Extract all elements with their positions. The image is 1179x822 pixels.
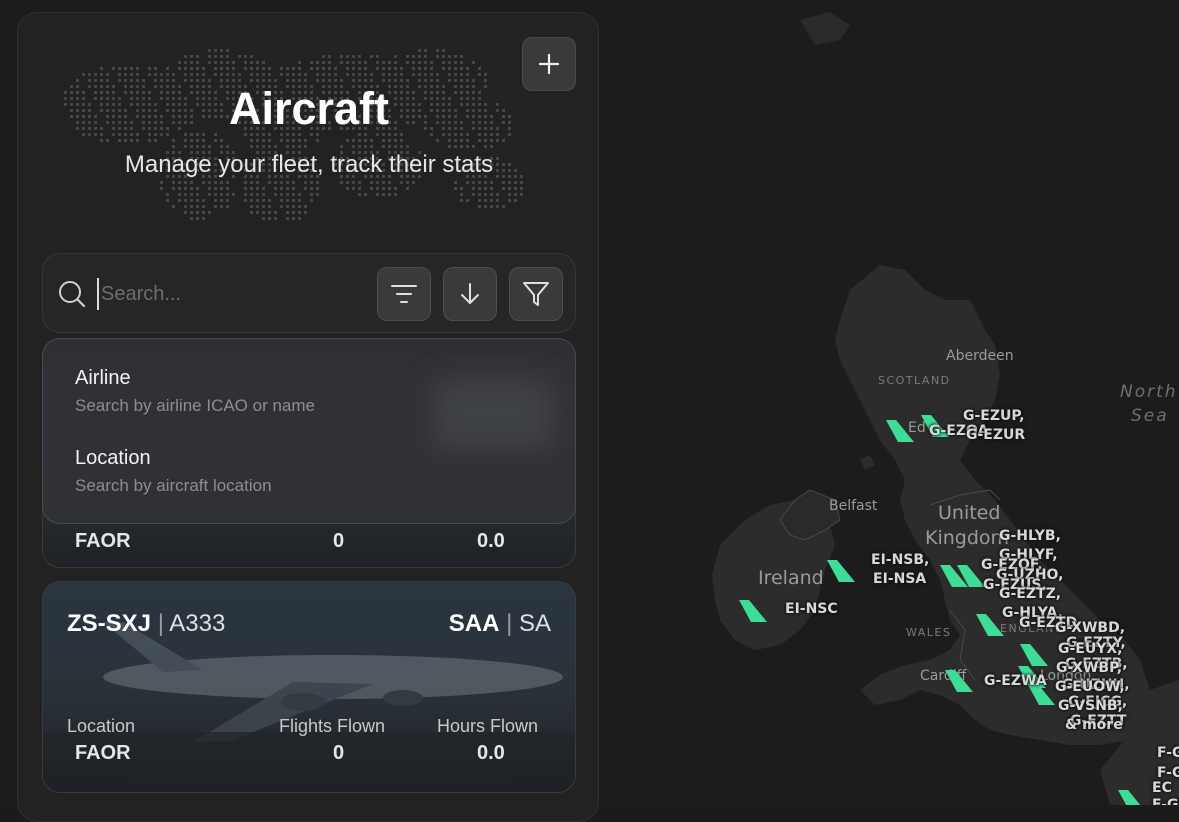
arrow-down-icon <box>461 283 479 304</box>
dropdown-item-description: Search by airline ICAO or name <box>75 396 315 415</box>
aircraft-label[interactable]: F-G <box>1152 796 1178 805</box>
city-label-aberdeen: Aberdeen <box>946 348 1014 364</box>
aircraft-marker[interactable] <box>1020 644 1048 668</box>
aircraft-marker[interactable] <box>976 614 1004 638</box>
world-dot-map-decoration <box>64 49 523 220</box>
aircraft-label[interactable]: EI-NSA <box>873 570 926 589</box>
aircraft-panel: Aircraft Manage your fleet, track their … <box>17 12 599 822</box>
card-flights-value: 0 <box>333 530 345 552</box>
search-input[interactable] <box>97 278 367 310</box>
city-label-belfast: Belfast <box>829 498 878 514</box>
sort-options-button[interactable] <box>377 267 431 321</box>
filter-button[interactable] <box>509 267 563 321</box>
aircraft-label[interactable]: EI-NSC <box>785 600 838 619</box>
card-airline-iata: SA <box>518 610 551 637</box>
card-hours-label: Hours Flown <box>437 716 539 736</box>
country-label-kingdom: Kingdom <box>925 527 1010 549</box>
card-flights-label: Flights Flown <box>279 716 386 736</box>
card-location-value: FAOR <box>75 530 131 552</box>
card-aircraft-type: A333 <box>169 610 226 637</box>
dropdown-item-title: Location <box>75 447 151 469</box>
aircraft-label-more[interactable]: & more <box>1065 716 1123 735</box>
search-bar <box>42 253 576 333</box>
page-title: Aircraft <box>228 83 390 134</box>
card-hours-value: 0.0 <box>477 742 505 764</box>
sort-direction-button[interactable] <box>443 267 497 321</box>
search-dropdown: Airline Search by airline ICAO or name L… <box>42 338 576 524</box>
search-icon <box>59 281 86 308</box>
aircraft-marker[interactable] <box>1118 790 1146 805</box>
aircraft-marker[interactable] <box>739 600 767 624</box>
dropdown-backdrop-blur <box>433 379 553 449</box>
card-airline: SAA | SA <box>448 610 551 637</box>
aircraft-marker[interactable] <box>827 560 855 584</box>
north-isle-shape <box>800 12 850 45</box>
region-label-wales: WALES <box>906 626 952 639</box>
country-label-united: United <box>938 502 1001 524</box>
card-hours-value: 0.0 <box>477 530 505 552</box>
aircraft-label[interactable]: G-EZTZ, <box>999 585 1061 604</box>
sort-lines-icon <box>391 285 417 303</box>
aircraft-label[interactable]: F-G <box>1157 744 1179 763</box>
filter-funnel-icon <box>523 282 549 306</box>
card-flights-value: 0 <box>333 742 345 764</box>
dropdown-item-description: Search by aircraft location <box>75 476 272 495</box>
dropdown-item-location[interactable]: Location Search by aircraft location <box>75 447 272 496</box>
aircraft-label[interactable]: EI-NSB, <box>871 551 929 570</box>
region-label-scotland: SCOTLAND <box>878 374 951 387</box>
aircraft-marker[interactable] <box>945 670 973 694</box>
page-subtitle: Manage your fleet, track their stats <box>124 151 494 178</box>
aircraft-label[interactable]: G-HLYB, <box>999 527 1061 546</box>
isle-shape <box>860 455 875 470</box>
aircraft-label[interactable]: G-EZUR <box>966 426 1025 445</box>
aircraft-label[interactable]: G-EZWA <box>984 672 1047 691</box>
aircraft-marker[interactable] <box>886 420 914 444</box>
dropdown-item-airline[interactable]: Airline Search by airline ICAO or name <box>75 367 315 416</box>
plus-icon <box>538 53 560 75</box>
dropdown-item-title: Airline <box>75 367 131 389</box>
sea-label-sea: Sea <box>1131 406 1169 426</box>
card-location-label: Location <box>67 716 136 736</box>
country-label-ireland: Ireland <box>758 567 824 589</box>
aircraft-card[interactable]: ZS-SXJ | A333 SAA | SA Location Flights … <box>42 581 576 793</box>
sea-label-north: North <box>1120 382 1178 402</box>
card-location-value: FAOR <box>75 742 131 764</box>
card-registration: ZS-SXJ | A333 <box>67 610 226 637</box>
